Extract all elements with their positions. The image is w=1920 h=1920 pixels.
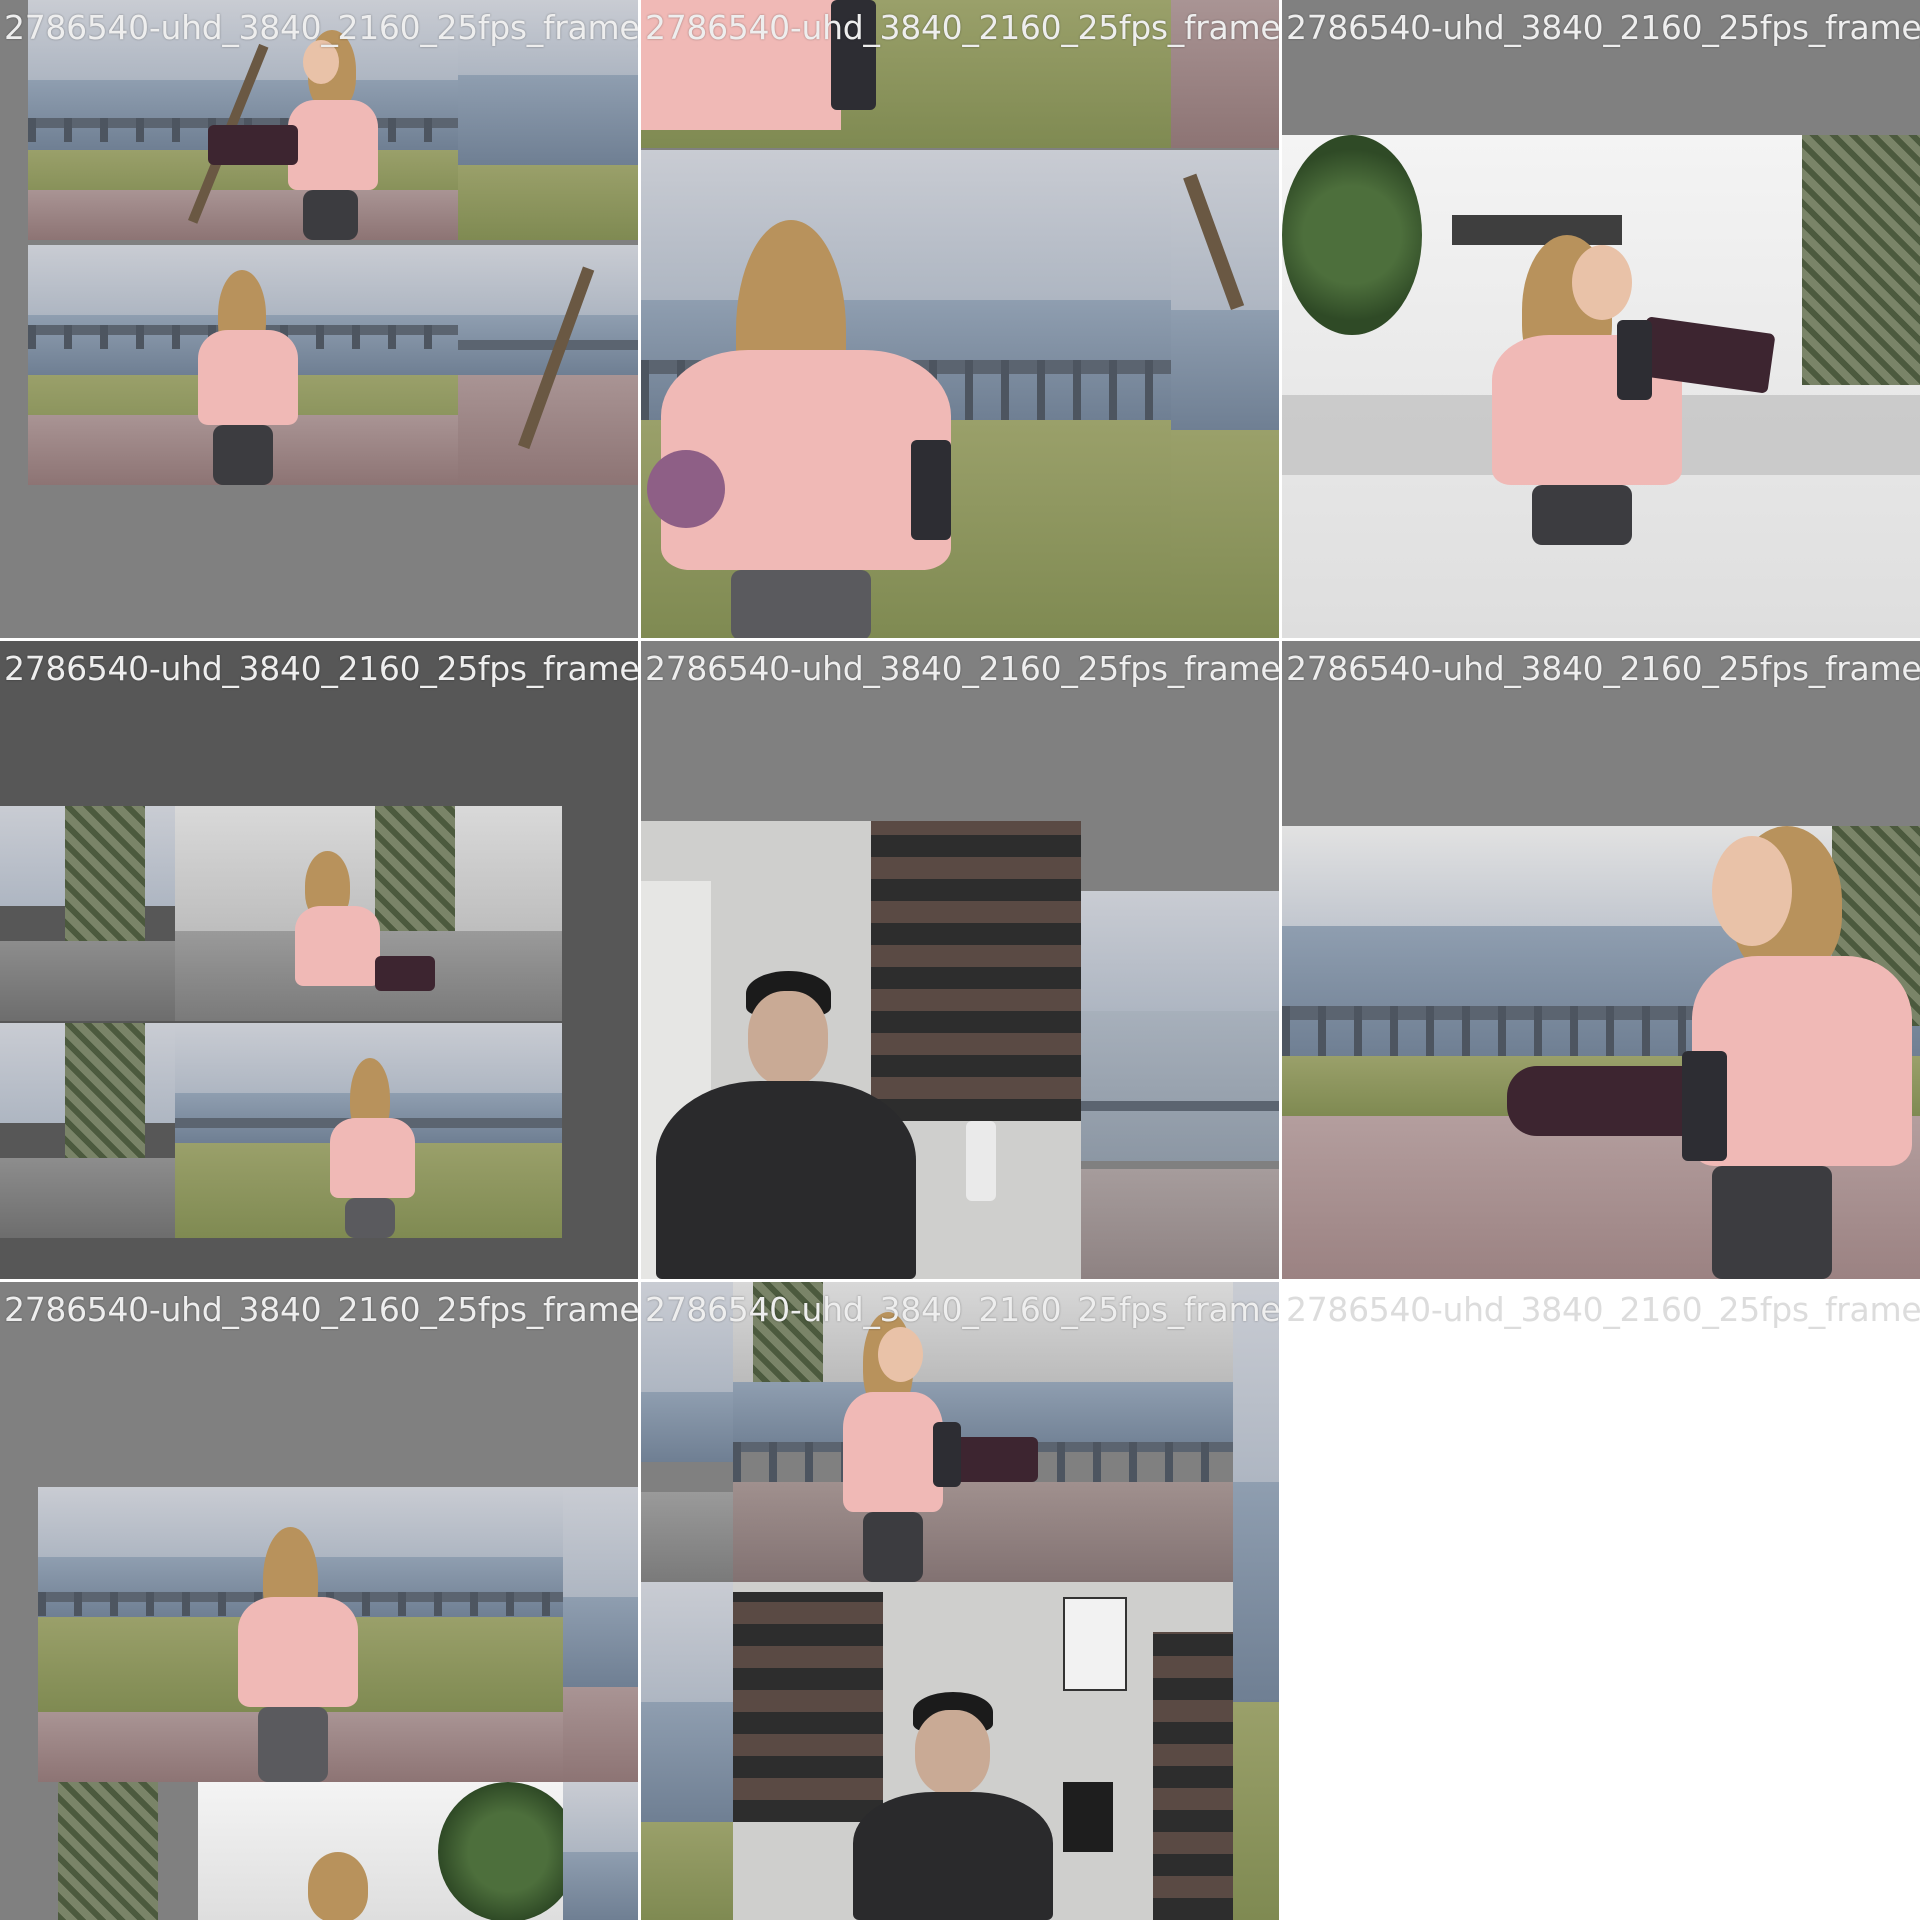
tile-label: 2786540-uhd_3840_2160_25fps_frame_00540. [4,8,638,47]
photo-strip [0,806,175,1021]
photo-strip [563,1487,638,1782]
photo-strip [1081,891,1279,1279]
photo-strip [0,1023,175,1238]
photo-bright-pier [198,1782,563,1920]
photo-woman-back-large [641,150,1171,638]
tile-label: 2786540-uhd_3840_2160_25fps_frame_00540. [1286,8,1920,47]
photo-strip [458,245,638,485]
grid-tile-6[interactable]: 2786540-uhd_3840_2160_25fps_frame_00540. [1282,641,1920,1279]
photo-bright-pier [1282,135,1920,638]
grid-tile-8[interactable]: 2786540-uhd_3840_2160_25fps_frame_00540. [641,1282,1279,1920]
photo-man-in-shop [733,1582,1233,1920]
photo-strip [563,1782,638,1920]
tile-label: 2786540-uhd_3840_2160_25fps_frame_00540. [4,649,638,688]
photo-strip [1171,150,1279,638]
tile-label: 2786540-uhd_3840_2160_25fps_frame_00540. [645,8,1279,47]
tile-label: 2786540-uhd_3840_2160_25fps_frame_00540. [1286,1290,1920,1329]
grid-tile-2[interactable]: 2786540-uhd_3840_2160_25fps_frame_00540. [641,0,1279,638]
photo-woman-pier [175,806,562,1021]
photo-strip [1233,1282,1279,1920]
photo-strip [641,1582,733,1920]
grid-tile-4[interactable]: 2786540-uhd_3840_2160_25fps_frame_00540. [0,641,638,1279]
tile-label: 2786540-uhd_3840_2160_25fps_frame_00540. [645,1290,1279,1329]
tile-label: 2786540-uhd_3840_2160_25fps_frame_00540. [4,1290,638,1329]
grid-tile-5[interactable]: 2786540-uhd_3840_2160_25fps_frame_00540. [641,641,1279,1279]
grid-tile-7[interactable]: 2786540-uhd_3840_2160_25fps_frame_00540. [0,1282,638,1920]
grid-tile-9[interactable]: 2786540-uhd_3840_2160_25fps_frame_00540. [1282,1282,1920,1920]
grid-tile-3[interactable]: 2786540-uhd_3840_2160_25fps_frame_00540. [1282,0,1920,638]
photo-woman-back [38,1487,563,1782]
photo-man-in-shop [641,821,1081,1279]
grid-tile-1[interactable]: 2786540-uhd_3840_2160_25fps_frame_00540. [0,0,638,638]
photo-woman-closeup [1282,826,1920,1279]
image-grid: 2786540-uhd_3840_2160_25fps_frame_00540. [0,0,1920,1920]
photo-strip [38,1782,198,1920]
tile-label: 2786540-uhd_3840_2160_25fps_frame_00540. [645,649,1279,688]
tile-label: 2786540-uhd_3840_2160_25fps_frame_00540. [1286,649,1920,688]
photo-woman-back [175,1023,562,1238]
photo-woman-back [28,245,458,485]
